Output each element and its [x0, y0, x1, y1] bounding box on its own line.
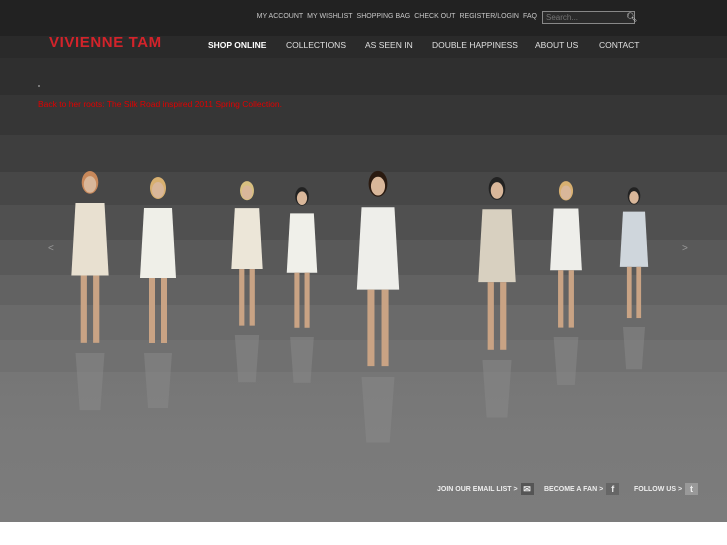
runway-model	[478, 176, 516, 418]
email-list-link[interactable]: JOIN OUR EMAIL LIST > ✉	[437, 483, 534, 495]
email-list-label: JOIN OUR EMAIL LIST >	[437, 485, 518, 493]
facebook-icon: f	[606, 483, 620, 495]
twitter-icon: t	[685, 483, 699, 495]
envelope-icon: ✉	[520, 483, 534, 495]
carousel-prev-button[interactable]: <	[48, 243, 54, 254]
follow-us-link[interactable]: FOLLOW US > t	[634, 483, 699, 495]
checkout-link[interactable]: CHECK OUT	[414, 13, 455, 20]
runway-model	[356, 170, 400, 443]
become-fan-label: BECOME A FAN >	[544, 485, 604, 493]
utility-nav: MY ACCOUNT MY WISHLIST SHOPPING BAG CHEC…	[257, 13, 537, 20]
faq-link[interactable]: FAQ	[523, 13, 537, 20]
runway-model	[231, 181, 263, 383]
register-login-link[interactable]: REGISTER/LOGIN	[459, 13, 519, 20]
my-account-link[interactable]: MY ACCOUNT	[257, 13, 304, 20]
runway-image	[71, 170, 649, 443]
runway-model	[140, 177, 176, 408]
runway-model	[71, 170, 109, 411]
follow-us-label: FOLLOW US >	[634, 485, 683, 493]
runway-model	[286, 187, 318, 383]
runway-model	[550, 181, 582, 385]
carousel-next-button[interactable]: >	[682, 243, 688, 254]
runway-model	[619, 187, 649, 370]
my-wishlist-link[interactable]: MY WISHLIST	[307, 13, 352, 20]
become-fan-link[interactable]: BECOME A FAN > f	[544, 483, 620, 495]
shopping-bag-link[interactable]: SHOPPING BAG	[357, 13, 411, 20]
